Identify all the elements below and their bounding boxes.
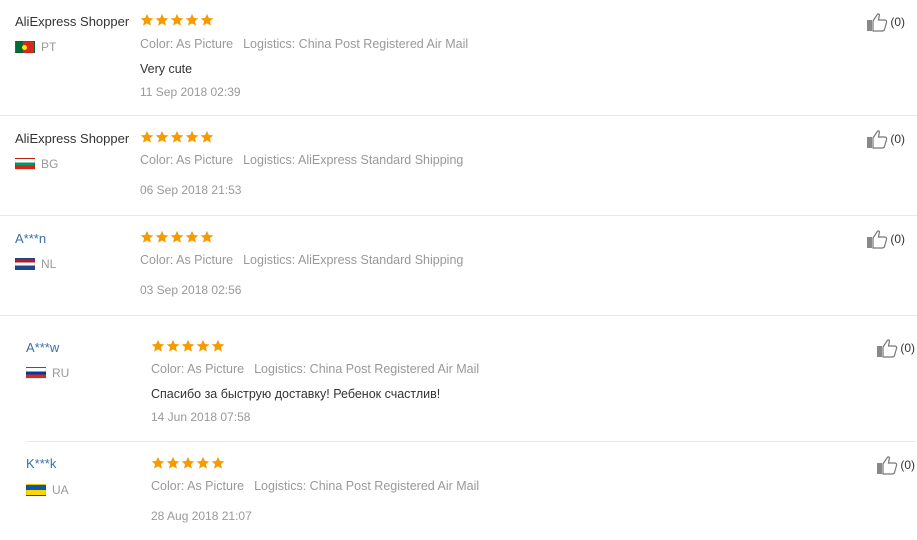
helpful-count: (0) [890,132,905,146]
star-icon [181,339,195,352]
star-rating [151,339,225,353]
reviewer-country: PT [15,40,56,54]
star-icon [170,130,184,143]
star-icon [185,230,199,243]
reviewer-name[interactable]: A***w [26,340,59,355]
thumbs-up-icon [867,13,888,32]
review-text: Very cute [140,62,193,76]
color-info: Color: As Picture [151,479,245,493]
star-icon [211,339,225,352]
helpful-count: (0) [900,458,915,472]
review-item: A***w RU Color: As Picture Logistics: Chi… [26,316,915,442]
review-item: AliExpress Shopper PT Color: As Picture L… [0,0,917,116]
helpful-button[interactable]: (0) [866,129,905,149]
review-date: 14 Jun 2018 07:58 [151,410,251,424]
star-icon [155,13,169,26]
star-icon [166,456,180,469]
star-rating [140,230,214,244]
helpful-count: (0) [890,15,905,29]
star-icon [181,456,195,469]
logistics-info: Logistics: China Post Registered Air Mai… [254,479,480,493]
helpful-count: (0) [890,232,905,246]
reviewer-name: AliExpress Shopper [15,14,130,29]
star-icon [140,230,154,243]
star-icon [200,13,214,26]
country-code: UA [52,483,69,497]
netherlands-flag-icon [15,258,35,270]
color-info: Color: As Picture [140,253,234,267]
color-info: Color: As Picture [140,153,234,167]
reviewer-name[interactable]: K***k [26,456,56,471]
star-icon [185,13,199,26]
logistics-info: Logistics: China Post Registered Air Mai… [243,37,469,51]
star-icon [140,13,154,26]
review-date: 06 Sep 2018 21:53 [140,183,242,197]
star-icon [151,339,165,352]
thumbs-up-icon [867,130,888,149]
order-info: Color: As Picture Logistics: AliExpress S… [140,153,463,167]
review-text: Спасибо за быструю доставку! Ребенок сча… [151,387,441,401]
review-date: 11 Sep 2018 02:39 [140,85,241,99]
star-rating [140,130,214,144]
reviewer-name: AliExpress Shopper [15,131,130,146]
review-date: 28 Aug 2018 21:07 [151,509,252,523]
star-icon [170,230,184,243]
logistics-info: Logistics: AliExpress Standard Shipping [243,253,464,267]
star-icon [211,456,225,469]
star-icon [155,230,169,243]
reviewer-country: UA [26,483,69,497]
star-icon [200,130,214,143]
thumbs-up-icon [867,230,888,249]
star-icon [140,130,154,143]
reviewer-country: RU [26,366,69,380]
star-rating [140,13,214,27]
order-info: Color: As Picture Logistics: China Post R… [140,37,468,51]
portugal-flag-icon [15,41,35,53]
star-icon [185,130,199,143]
country-code: PT [41,40,57,54]
order-info: Color: As Picture Logistics: China Post R… [151,362,479,376]
review-date: 03 Sep 2018 02:56 [140,283,242,297]
star-icon [166,339,180,352]
order-info: Color: As Picture Logistics: China Post R… [151,479,479,493]
helpful-button[interactable]: (0) [866,229,905,249]
color-info: Color: As Picture [151,362,245,376]
bulgaria-flag-icon [15,158,35,170]
star-icon [196,456,210,469]
logistics-info: Logistics: China Post Registered Air Mai… [254,362,480,376]
helpful-count: (0) [900,341,915,355]
helpful-button[interactable]: (0) [866,12,905,32]
reviewer-country: BG [15,157,58,171]
star-icon [196,339,210,352]
order-info: Color: As Picture Logistics: AliExpress S… [140,253,463,267]
helpful-button[interactable]: (0) [876,338,915,358]
country-code: NL [41,257,57,271]
review-item: A***n NL Color: As Picture Logistics: Ali… [0,216,917,316]
country-code: RU [52,366,70,380]
reviewer-country: NL [15,257,56,271]
star-icon [200,230,214,243]
logistics-info: Logistics: AliExpress Standard Shipping [243,153,464,167]
review-item: K***k UA Color: As Picture Logistics: Chi… [26,442,915,540]
ukraine-flag-icon [26,484,46,496]
star-icon [170,13,184,26]
color-info: Color: As Picture [140,37,234,51]
thumbs-up-icon [877,339,898,358]
russia-flag-icon [26,367,46,379]
thumbs-up-icon [877,456,898,475]
star-icon [151,456,165,469]
star-rating [151,456,225,470]
helpful-button[interactable]: (0) [876,455,915,475]
country-code: BG [41,157,59,171]
reviewer-name[interactable]: A***n [15,231,46,246]
star-icon [155,130,169,143]
review-item: AliExpress Shopper BG Color: As Picture L… [0,116,917,216]
